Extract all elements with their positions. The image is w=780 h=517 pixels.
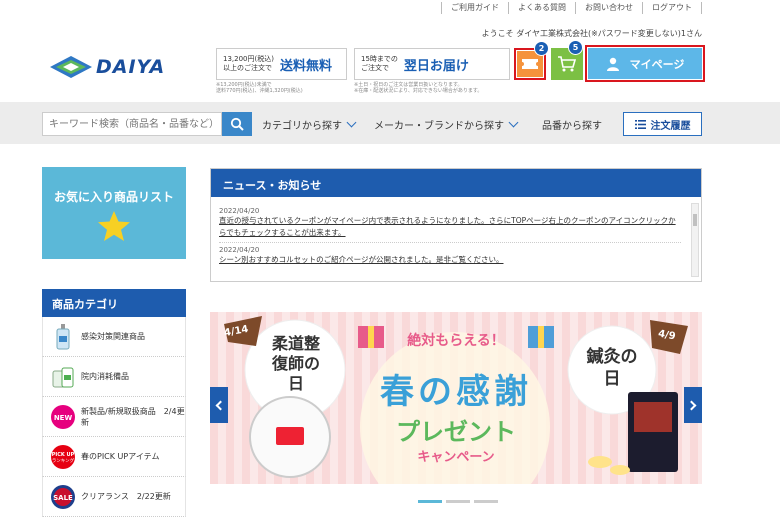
search-icon	[230, 117, 244, 131]
banner-right-title: 鍼灸の日	[586, 347, 638, 389]
category-item[interactable]: SALE クリアランス 2/22更新	[42, 477, 186, 517]
sanitizer-icon	[49, 323, 77, 351]
banner-campaign-text: キャンペーン	[417, 450, 495, 465]
carousel-dot[interactable]	[474, 500, 498, 503]
category-label: 春のPICK UPアイテム	[81, 452, 160, 461]
coupon-button[interactable]: 2	[514, 41, 549, 80]
link-contact[interactable]: お問い合わせ	[575, 2, 642, 14]
cart-button[interactable]: 5	[551, 40, 583, 80]
favorites-list-button[interactable]: お気に入り商品リスト	[42, 167, 186, 259]
banner-sub-text: プレゼント	[396, 418, 516, 446]
promo-note-2: ※土日・祝日のご注文は営業日扱いとなります。 ※在庫・配送状況により、対応できな…	[354, 82, 483, 94]
svg-text:SALE: SALE	[53, 494, 73, 502]
favorites-title: お気に入り商品リスト	[53, 190, 174, 204]
news-panel: ニュース・お知らせ 2022/04/20 直近の授与されているクーポンがマイペー…	[210, 168, 702, 282]
nav-partnumber-link[interactable]: 品番から探す	[542, 117, 602, 132]
chevron-right-icon	[686, 400, 697, 410]
carousel-indicators	[418, 500, 498, 503]
keyword-search-input[interactable]	[42, 112, 222, 136]
news-date: 2022/04/20	[219, 246, 260, 254]
category-item[interactable]: PICK UP ランキング 春のPICK UPアイテム	[42, 437, 186, 477]
site-logo[interactable]: DAIYA	[50, 56, 165, 78]
nav-maker-dropdown[interactable]: メーカー・ブランドから探す	[374, 117, 519, 132]
category-item[interactable]: 感染対策関連商品	[42, 317, 186, 357]
category-list: 感染対策関連商品 院内消耗備品 NEW 新製品/新規取扱商品 2/4更新 PIC…	[42, 317, 186, 517]
promo-big: 送料無料	[279, 58, 332, 74]
news-body: 2022/04/20 直近の授与されているクーポンがマイページ内で表示されるよう…	[211, 197, 701, 281]
category-label: クリアランス 2/22更新	[81, 492, 171, 501]
news-scrollbar[interactable]	[691, 203, 699, 277]
promo-small-2: ご注文で	[361, 64, 389, 72]
nav-label: メーカー・ブランドから探す	[374, 121, 504, 132]
banner-headline: 絶対もらえる！	[407, 333, 505, 349]
news-heading: ニュース・お知らせ	[211, 169, 701, 197]
category-heading: 商品カテゴリ	[42, 289, 186, 317]
nav-label: カテゴリから探す	[262, 121, 342, 132]
chevron-down-icon	[346, 117, 357, 128]
cart-count-badge: 5	[568, 40, 583, 55]
promo-free-shipping: 13,200円(税込) 以上のご注文で 送料無料	[216, 48, 347, 80]
campaign-banner[interactable]: 4/14 柔道整復師の日 4/9 鍼灸の日 絶対もらえる！ 春の感謝 プレゼント…	[210, 312, 702, 484]
category-label: 院内消耗備品	[81, 372, 129, 381]
carousel-dot[interactable]	[446, 500, 470, 503]
scrollbar-thumb[interactable]	[693, 214, 697, 226]
promo-small-1: 13,200円(税込)	[223, 55, 274, 63]
category-item[interactable]: NEW 新製品/新規取扱商品 2/4更新	[42, 397, 186, 437]
link-guide[interactable]: ご利用ガイド	[441, 2, 508, 14]
promo-small-2: 以上のご注文で	[223, 64, 272, 72]
promo-note-1: ※13,200円(税込)未満で 送料770円(税込)、沖縄1,320円(税込)	[216, 82, 303, 94]
news-date: 2022/04/20	[219, 207, 260, 215]
mypage-label: マイページ	[629, 57, 685, 71]
link-faq[interactable]: よくある質問	[508, 2, 575, 14]
order-history-label: 注文履歴	[650, 120, 691, 132]
logo-text: DAIYA	[96, 56, 166, 78]
search-button[interactable]	[222, 112, 252, 136]
star-icon	[98, 211, 130, 241]
banner-left-title: 柔道整復師の日	[271, 334, 320, 393]
top-links-bar: ご利用ガイド よくある質問 お問い合わせ ログアウト	[0, 0, 780, 18]
banner-prev-button[interactable]	[210, 387, 228, 423]
carousel-dot[interactable]	[418, 500, 442, 503]
link-logout[interactable]: ログアウト	[642, 2, 702, 14]
supplies-icon	[49, 363, 77, 391]
promo-next-day: 15時までの ご注文で 翌日お届け	[354, 48, 510, 80]
category-label: 新製品/新規取扱商品 2/4更新	[81, 406, 185, 427]
daiya-logo-mark	[50, 56, 92, 78]
list-icon	[634, 119, 646, 129]
sale-badge-icon: SALE	[49, 483, 77, 511]
promo-big: 翌日お届け	[403, 58, 469, 74]
category-item[interactable]: 院内消耗備品	[42, 357, 186, 397]
order-history-button[interactable]: 注文履歴	[623, 112, 702, 136]
svg-text:PICK UP: PICK UP	[52, 452, 75, 458]
coupon-count-badge: 2	[534, 41, 549, 56]
search-nav-bar: カテゴリから探す メーカー・ブランドから探す 品番から探す 注文履歴	[0, 102, 780, 144]
new-badge-icon: NEW	[49, 403, 77, 431]
nav-category-dropdown[interactable]: カテゴリから探す	[262, 117, 357, 132]
promo-small-1: 15時までの	[361, 55, 398, 63]
pickup-badge-icon: PICK UP ランキング	[49, 443, 77, 471]
svg-text:ランキング: ランキング	[52, 457, 75, 464]
banner-next-button[interactable]	[684, 387, 702, 423]
user-icon	[606, 57, 619, 71]
divider	[219, 242, 681, 243]
banner-main-text: 春の感謝	[380, 372, 532, 412]
svg-text:NEW: NEW	[54, 414, 73, 422]
cart-icon	[558, 56, 577, 72]
chevron-down-icon	[508, 117, 519, 128]
news-link[interactable]: シーン別おすすめコルセットのご紹介ページが公開されました。是非ご覧ください。	[219, 254, 681, 266]
mypage-button[interactable]: マイページ	[585, 45, 705, 82]
coupon-icon	[522, 59, 538, 69]
category-label: 感染対策関連商品	[81, 332, 145, 341]
welcome-text: ようこそ ダイヤ工業株式会社(※パスワード変更しない)1さん	[481, 29, 702, 38]
nav-label: 品番から探す	[542, 121, 602, 132]
news-link[interactable]: 直近の授与されているクーポンがマイページ内で表示されるようになりました。さらにT…	[219, 215, 681, 239]
chevron-left-icon	[215, 400, 226, 410]
